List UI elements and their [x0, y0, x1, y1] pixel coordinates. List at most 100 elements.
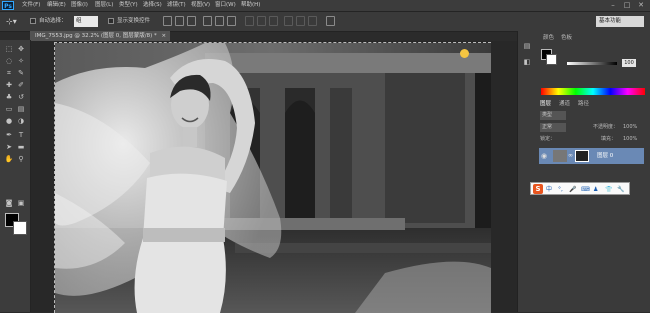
photoshop-logo: Ps: [2, 1, 14, 10]
skin-icon[interactable]: ♟: [593, 184, 598, 195]
ime-toolbar: S 中 °, 🎤 ⌨ ♟ 👕 🔧: [530, 182, 630, 195]
align-left-icon[interactable]: [203, 16, 212, 26]
punctuation-icon[interactable]: °,: [558, 184, 563, 195]
crop-tool-icon[interactable]: ⌗: [4, 68, 14, 78]
menu-filter[interactable]: 滤镜(T): [167, 0, 186, 11]
menu-select[interactable]: 选择(S): [143, 0, 162, 11]
menu-window[interactable]: 窗口(W): [215, 0, 236, 11]
blend-mode-dropdown[interactable]: 正常: [540, 123, 566, 132]
brightness-slider[interactable]: [567, 62, 617, 65]
tooltip-hint-icon[interactable]: [460, 49, 469, 58]
menu-edit[interactable]: 编辑(E): [47, 0, 66, 11]
shirt-icon[interactable]: 👕: [605, 184, 612, 195]
mask-link-icon: ∞: [568, 152, 573, 159]
align-vcenter-icon[interactable]: [175, 16, 184, 26]
brush-tool-icon[interactable]: ✐: [16, 80, 26, 90]
show-transform-checkbox[interactable]: [108, 18, 114, 24]
tab-channels[interactable]: 通道: [559, 99, 570, 109]
gradient-tool-icon[interactable]: ▤: [16, 104, 26, 114]
lasso-tool-icon[interactable]: ◌: [4, 56, 14, 66]
bride-photo: [55, 43, 491, 313]
auto-select-label: 自动选择：: [39, 18, 67, 24]
color-value-field[interactable]: 100: [622, 59, 636, 67]
align-right-icon[interactable]: [227, 16, 236, 26]
layer-thumbnail: [553, 150, 567, 162]
layer-kind-filter[interactable]: 类型: [540, 111, 566, 120]
path-selection-tool-icon[interactable]: ➤: [4, 142, 14, 152]
color-background-swatch[interactable]: [546, 54, 557, 65]
properties-panel-icon[interactable]: ◧: [522, 57, 532, 67]
screen-mode-icon[interactable]: ▣: [16, 198, 26, 208]
document-image[interactable]: [54, 42, 491, 313]
keyboard-icon[interactable]: ⌨: [581, 184, 590, 195]
menu-view[interactable]: 视图(V): [191, 0, 210, 11]
menu-help[interactable]: 帮助(H): [241, 0, 260, 11]
tools-panel: ⬚ ✥ ◌ ✧ ⌗ ✎ ✚ ✐ ♣ ↺ ▭ ▤ ● ◑ ✒ T ➤ ▬ ✋ ⚲ …: [0, 40, 31, 312]
ime-mode-toggle[interactable]: 中: [546, 184, 552, 195]
distribute-right-icon[interactable]: [308, 16, 317, 26]
distribute-left-icon[interactable]: [284, 16, 293, 26]
dodge-tool-icon[interactable]: ◑: [16, 116, 26, 126]
menu-image[interactable]: 图像(I): [71, 0, 88, 11]
healing-brush-tool-icon[interactable]: ✚: [4, 80, 14, 90]
right-panels: 颜色 色板 100 图层 通道 路径 类型 正常 不透明度： 100% 锁定： …: [537, 31, 650, 312]
type-tool-icon[interactable]: T: [16, 130, 26, 140]
workspace-dropdown[interactable]: 基本功能: [596, 16, 644, 27]
color-spectrum[interactable]: [541, 88, 645, 95]
document-tab[interactable]: IMG_7553.jpg @ 32.2% (图层 0, 图层蒙版/8) * ×: [30, 31, 170, 41]
hand-tool-icon[interactable]: ✋: [4, 154, 14, 164]
menu-file[interactable]: 文件(F): [22, 0, 40, 11]
tab-paths[interactable]: 路径: [578, 99, 589, 109]
fill-value[interactable]: 100%: [623, 134, 637, 144]
marquee-tool-icon[interactable]: ⬚: [4, 44, 14, 54]
zoom-tool-icon[interactable]: ⚲: [16, 154, 26, 164]
magic-wand-tool-icon[interactable]: ✧: [16, 56, 26, 66]
fill-label: 填充：: [601, 136, 617, 142]
lock-label: 锁定：: [540, 136, 556, 142]
history-panel-icon[interactable]: ▤: [522, 41, 532, 51]
align-bottom-icon[interactable]: [187, 16, 196, 26]
distribute-vcenter-icon[interactable]: [257, 16, 266, 26]
menu-type[interactable]: 类型(Y): [119, 0, 138, 11]
move-tool-icon[interactable]: ⊹▾: [6, 12, 17, 31]
blur-tool-icon[interactable]: ●: [4, 116, 14, 126]
panel-dock-strip: ▤ ◧: [517, 31, 538, 312]
ime-logo-icon[interactable]: S: [533, 184, 543, 194]
tab-layers[interactable]: 图层: [540, 99, 551, 109]
distribute-top-icon[interactable]: [245, 16, 254, 26]
menu-layer[interactable]: 图层(L): [95, 0, 113, 11]
history-brush-tool-icon[interactable]: ↺: [16, 92, 26, 102]
tab-swatches[interactable]: 色板: [561, 33, 572, 43]
opacity-value[interactable]: 100%: [623, 122, 637, 132]
layer-row[interactable]: ◉ ∞: [539, 148, 644, 164]
distribute-hcenter-icon[interactable]: [296, 16, 305, 26]
eraser-tool-icon[interactable]: ▭: [4, 104, 14, 114]
eyedropper-tool-icon[interactable]: ✎: [16, 68, 26, 78]
layer-name[interactable]: 图层 0: [597, 148, 613, 164]
opacity-label: 不透明度：: [593, 124, 619, 130]
pen-tool-icon[interactable]: ✒: [4, 130, 14, 140]
show-transform-label: 显示变换控件: [117, 18, 151, 24]
background-color-swatch[interactable]: [13, 221, 27, 235]
wrench-icon[interactable]: 🔧: [617, 184, 624, 195]
distribute-bottom-icon[interactable]: [269, 16, 278, 26]
document-tab-close[interactable]: ×: [162, 33, 167, 39]
move-tool-icon[interactable]: ✥: [16, 44, 26, 54]
auto-select-dropdown[interactable]: 组: [74, 16, 98, 27]
minimize-button[interactable]: –: [606, 0, 620, 11]
clone-stamp-tool-icon[interactable]: ♣: [4, 92, 14, 102]
auto-select-checkbox[interactable]: [30, 18, 36, 24]
align-hcenter-icon[interactable]: [215, 16, 224, 26]
close-button[interactable]: ✕: [634, 0, 648, 11]
visibility-eye-icon[interactable]: ◉: [541, 152, 547, 160]
auto-align-icon[interactable]: [326, 16, 335, 26]
layer-mask-thumbnail[interactable]: [575, 150, 589, 162]
maximize-button[interactable]: □: [620, 0, 634, 11]
options-bar: ⊹▾ 自动选择： 组 显示变换控件 基本功能: [0, 12, 650, 32]
shape-tool-icon[interactable]: ▬: [16, 142, 26, 152]
align-top-icon[interactable]: [163, 16, 172, 26]
quick-mask-icon[interactable]: ◙: [4, 198, 14, 208]
document-tab-title: IMG_7553.jpg @ 32.2% (图层 0, 图层蒙版/8) *: [35, 33, 157, 39]
microphone-icon[interactable]: 🎤: [569, 184, 576, 195]
tab-color[interactable]: 颜色: [543, 33, 554, 43]
